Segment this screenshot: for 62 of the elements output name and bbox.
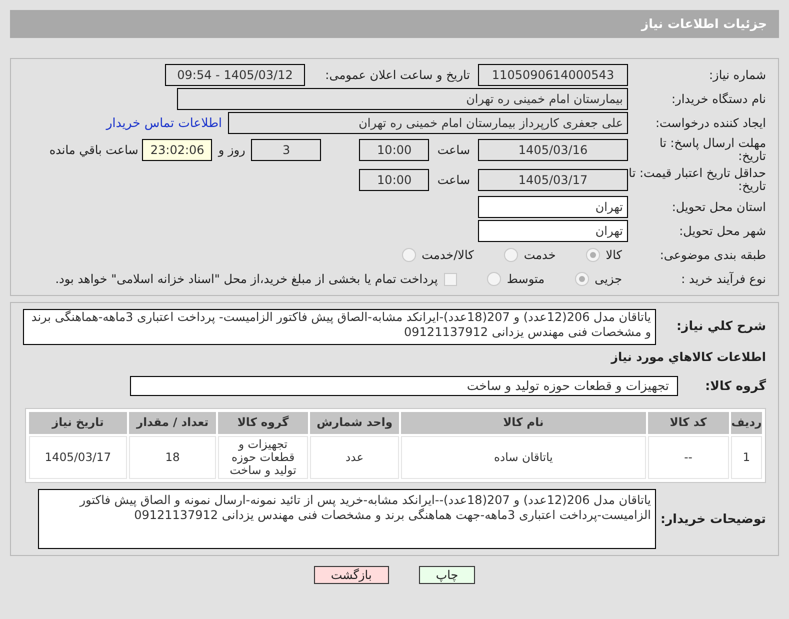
field-label: استان محل تحویل:	[670, 200, 766, 214]
column-header: گروه کالا	[218, 412, 308, 434]
field-label: ساعت	[437, 172, 470, 189]
table-cell: یاتاقان ساده	[401, 436, 646, 479]
field-label: شهر محل تحویل:	[678, 224, 766, 238]
text-field[interactable]: تهران	[478, 196, 628, 218]
text-field[interactable]: 1105090614000543	[478, 64, 628, 86]
field-label: روز و	[218, 142, 246, 159]
notes-box: یاتاقان مدل 206(12عدد) و 207(18عدد)--ایرانکد مشابه-خرید پس از تائید نمونه-ارسال نمونه و الصاق پیش فاکتور الزامیست-پرداخت اعتباری 3ماهه-جهت هماهنگی برند و مشخصات فنی مهندس یزدانی 09121137912	[38, 489, 656, 549]
field-label: توضیحات خریدار:	[659, 510, 766, 528]
section-title: اطلاعات کالاهاي مورد نیاز	[610, 349, 766, 366]
field-label: ایجاد کننده درخواست:	[654, 116, 766, 130]
text-field[interactable]: 10:00	[359, 139, 430, 161]
text-field[interactable]: 3	[251, 139, 322, 161]
field-label: مهلت ارسال پاسخ: تا تاریخ:	[658, 137, 766, 163]
column-header: تعداد / مقدار	[128, 412, 216, 434]
column-header: ردیف	[730, 412, 762, 434]
table-cell: تجهیزات و قطعات حوزه تولید و ساخت	[218, 436, 308, 479]
table-cell: 1	[730, 436, 762, 479]
text-field[interactable]: علی جعفری کارپرداز بیمارستان امام خمینی ره تهران	[228, 112, 628, 134]
column-header: تاریخ نیاز	[29, 412, 127, 434]
radio-label: کالا/خدمت	[422, 247, 474, 264]
table-cell: 18	[128, 436, 216, 479]
radio-button[interactable]	[486, 272, 501, 286]
text-field[interactable]: 1405/03/12 - 09:54	[165, 64, 305, 86]
print-button[interactable]: چاپ	[418, 566, 476, 584]
checkbox[interactable]	[444, 272, 457, 286]
text-field[interactable]: 23:02:06	[142, 139, 212, 161]
table-cell: --	[648, 436, 729, 479]
field-label: ساعت	[437, 142, 470, 159]
radio-label: کالا	[606, 247, 622, 264]
text-field[interactable]: 10:00	[359, 169, 430, 191]
field-label: نام دستگاه خریدار:	[670, 92, 766, 106]
page-title: جزئیات اطلاعات نیاز	[641, 14, 767, 33]
column-header: واحد شمارش	[310, 412, 400, 434]
radio-button[interactable]	[504, 248, 518, 262]
table-cell: عدد	[310, 436, 400, 479]
radio-label: متوسط	[506, 271, 545, 288]
field-label: شرح کلي نیاز:	[676, 317, 766, 335]
radio-button[interactable]	[402, 248, 416, 262]
text-field[interactable]: 1405/03/16	[478, 139, 628, 161]
radio-button[interactable]	[586, 248, 600, 262]
table-cell: 1405/03/17	[29, 436, 127, 479]
field-label: نوع فرآیند خرید :	[680, 272, 766, 286]
contact-link[interactable]: اطلاعات تماس خریدار	[106, 114, 222, 132]
field-label: حداقل تاریخ اعتبار قیمت: تا تاریخ:	[628, 167, 766, 193]
column-header: نام کالا	[401, 412, 646, 434]
field-label: گروه کالا:	[704, 376, 766, 395]
text-field[interactable]: 1405/03/17	[478, 169, 628, 191]
field-label: تاریخ و ساعت اعلان عمومی:	[324, 67, 470, 83]
field-label: شماره نیاز:	[708, 68, 766, 82]
checkbox-label: پرداخت تمام یا بخشی از مبلغ خرید،از محل "اسناد خزانه اسلامی" خواهد بود.	[55, 271, 438, 288]
radio-button[interactable]	[574, 272, 589, 286]
text-field[interactable]: بیمارستان امام خمینی ره تهران	[177, 88, 628, 110]
radio-label: جزیی	[594, 271, 622, 288]
description-box: یاتاقان مدل 206(12عدد) و 207(18عدد)-ایرانکد مشابه-الصاق پیش فاکتور الزامیست- پرداخت اعتباری 3ماهه-هماهنگی برند و مشخصات فنی مهندس یزدانی 09121137912	[23, 309, 656, 345]
column-header: کد کالا	[648, 412, 729, 434]
text-field[interactable]: تهران	[478, 220, 628, 242]
back-button[interactable]: بازگشت	[314, 566, 389, 584]
field-label: ساعت باقي مانده	[49, 142, 138, 159]
field-label: طبقه بندی موضوعی:	[658, 248, 766, 262]
radio-label: خدمت	[524, 247, 556, 264]
